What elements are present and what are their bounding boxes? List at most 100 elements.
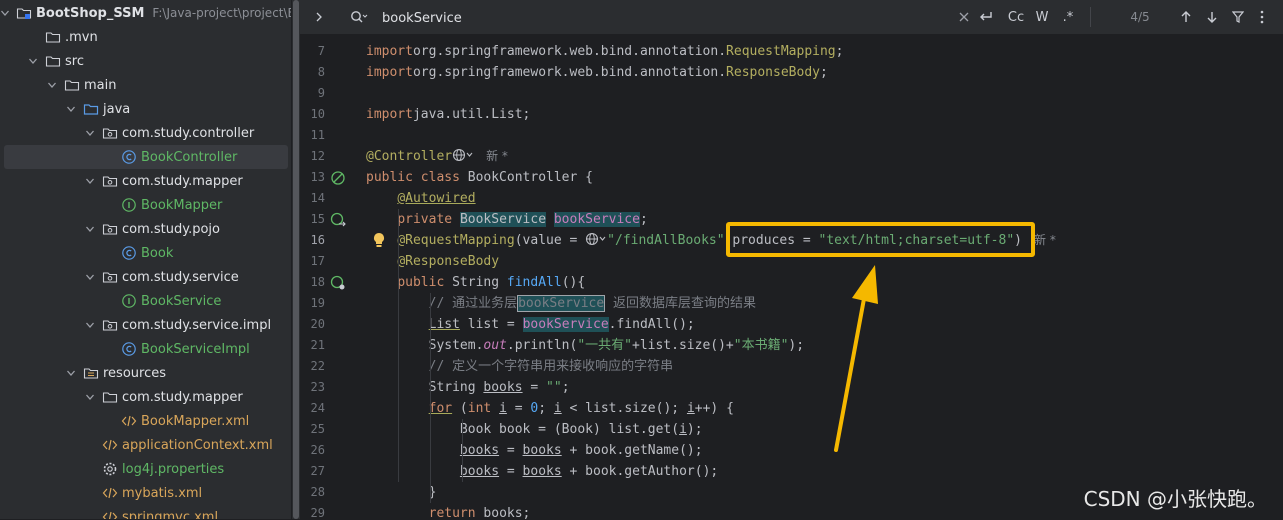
tree-item-label: BookController <box>141 149 238 165</box>
tree-item-label: Book <box>141 245 174 261</box>
tree-item[interactable]: BookMapper <box>0 193 291 217</box>
code-line[interactable]: // 通过业务层bookService 返回数据库层查询的结果 <box>366 293 756 314</box>
line-number: 25 <box>310 422 325 436</box>
code-line[interactable]: books = books + book.getName(); <box>366 440 703 461</box>
code-line[interactable]: importorg.springframework.web.bind.annot… <box>366 62 828 83</box>
code-line[interactable]: for (int i = 0; i < list.size(); i++) { <box>366 398 734 419</box>
tree-item[interactable]: springmvc.xml <box>0 505 291 519</box>
search-input[interactable] <box>380 7 824 29</box>
tree-item[interactable]: log4j.properties <box>0 457 291 481</box>
code-line[interactable]: books = books + book.getAuthor(); <box>366 461 718 482</box>
code-token: bookService <box>517 295 606 312</box>
tree-item[interactable]: com.study.controller <box>0 121 291 145</box>
search-icon[interactable] <box>348 7 370 27</box>
regex-button[interactable]: .* <box>1058 7 1078 27</box>
code-token: java.util.List; <box>412 107 531 122</box>
autowired-navigate-gutter-icon[interactable] <box>330 212 346 228</box>
chevron-down-icon[interactable] <box>0 1 10 25</box>
spring-bean-gutter-icon[interactable] <box>330 170 346 186</box>
code-token: ; <box>538 401 554 416</box>
code-line[interactable]: @Controller 新 * <box>366 146 508 167</box>
chevron-down-icon[interactable] <box>84 169 96 193</box>
tree-item[interactable]: com.study.pojo <box>0 217 291 241</box>
code-line[interactable]: @Autowired <box>366 188 475 209</box>
code-line[interactable]: @ResponseBody <box>366 251 499 272</box>
tree-item-label: mybatis.xml <box>122 485 203 501</box>
tree-item[interactable]: src <box>0 49 291 73</box>
line-number: 9 <box>317 86 325 100</box>
tree-item[interactable]: BookServiceImpl <box>0 337 291 361</box>
project-tree[interactable]: BootShop_SSM F:\Java-project\project\Boo.… <box>0 0 291 519</box>
chevron-down-icon[interactable] <box>84 265 96 289</box>
tree-item[interactable]: applicationContext.xml <box>0 433 291 457</box>
arrow-down-icon[interactable] <box>1204 7 1220 27</box>
code-line[interactable]: importjava.util.List; <box>366 104 530 125</box>
tree-item[interactable]: BookController <box>4 145 288 169</box>
tree-item[interactable]: com.study.service.impl <box>0 313 291 337</box>
match-case-button[interactable]: Cc <box>1004 7 1028 27</box>
tree-item-label: com.study.pojo <box>122 221 221 237</box>
code-token: // 通过业务层 <box>428 296 518 311</box>
tree-item[interactable]: main <box>0 73 291 97</box>
chevron-down-icon[interactable] <box>84 217 96 241</box>
tree-item[interactable]: mybatis.xml <box>0 481 291 505</box>
code-token: = <box>506 401 531 416</box>
chevron-down-icon[interactable] <box>65 97 77 121</box>
tree-item[interactable]: BootShop_SSM F:\Java-project\project\Boo <box>0 1 291 25</box>
globe-icon[interactable] <box>585 230 607 251</box>
code-token: .findAll(); <box>608 317 695 332</box>
chevron-down-icon[interactable] <box>65 361 77 385</box>
tree-item[interactable]: BookService <box>0 289 291 313</box>
code-token: "/findAllBooks" <box>607 233 725 248</box>
editor-gutter[interactable]: 7 8 9 10 11 12 13 14 15 16 17 18 19 20 21 22 23 24 25 26 27 2… <box>300 35 356 520</box>
chevron-down-icon[interactable] <box>84 121 96 145</box>
xml-file-icon <box>102 437 118 453</box>
code-line[interactable]: private BookService bookService; <box>366 209 648 230</box>
tree-item-label: BookServiceImpl <box>141 341 250 357</box>
tree-item[interactable]: com.study.mapper <box>0 385 291 409</box>
chevron-down-icon[interactable] <box>27 49 39 73</box>
inlay-hint: 新 * <box>486 149 508 163</box>
tree-item[interactable]: Book <box>0 241 291 265</box>
globe-icon[interactable] <box>452 146 474 167</box>
filter-icon[interactable] <box>1230 7 1246 27</box>
class-icon <box>121 341 137 357</box>
tree-item[interactable]: resources <box>0 361 291 385</box>
code-line[interactable]: public class BookController { <box>366 167 593 188</box>
tree-item[interactable]: com.study.mapper <box>0 169 291 193</box>
new-line-icon[interactable] <box>976 7 996 27</box>
request-mapping-gutter-icon[interactable] <box>330 275 346 291</box>
code-line[interactable]: System.out.println("一共有"+list.size()+"本书… <box>366 335 804 356</box>
arrow-up-icon[interactable] <box>1178 7 1194 27</box>
code-line[interactable]: String books = ""; <box>366 377 570 398</box>
code-line[interactable]: List list = bookService.findAll(); <box>366 314 695 335</box>
tree-item[interactable]: BookMapper.xml <box>0 409 291 433</box>
tree-item[interactable]: java <box>0 97 291 121</box>
chevron-down-icon[interactable] <box>84 313 96 337</box>
whole-words-button[interactable]: W <box>1032 7 1052 27</box>
code-line[interactable]: } <box>366 482 437 503</box>
line-number: 29 <box>310 506 325 520</box>
tree-item-label: main <box>84 77 117 93</box>
code-editor[interactable]: importorg.springframework.web.bind.annot… <box>356 35 1283 519</box>
scrollbar-thumb[interactable] <box>293 0 299 519</box>
code-line[interactable]: return books; <box>366 503 531 519</box>
package-icon <box>102 221 118 237</box>
code-line[interactable]: // 定义一个字符串用来接收响应的字符串 <box>366 356 673 377</box>
project-path: F:\Java-project\project\Boo <box>152 6 291 20</box>
code-line[interactable]: Book book = (Book) list.get(i); <box>366 419 703 440</box>
source-folder-icon <box>83 101 99 117</box>
code-token: import <box>366 65 413 80</box>
chevron-down-icon[interactable] <box>46 73 58 97</box>
tree-item[interactable]: com.study.service <box>0 265 291 289</box>
chevron-right-icon[interactable] <box>312 7 326 27</box>
chevron-down-icon[interactable] <box>84 385 96 409</box>
code-line[interactable]: importorg.springframework.web.bind.annot… <box>366 41 843 62</box>
tree-item-label: java <box>103 101 131 117</box>
tree-item[interactable]: .mvn <box>0 25 291 49</box>
more-options-icon[interactable] <box>1254 7 1270 27</box>
clear-search-icon[interactable] <box>956 7 972 27</box>
code-token: ); <box>788 338 805 353</box>
